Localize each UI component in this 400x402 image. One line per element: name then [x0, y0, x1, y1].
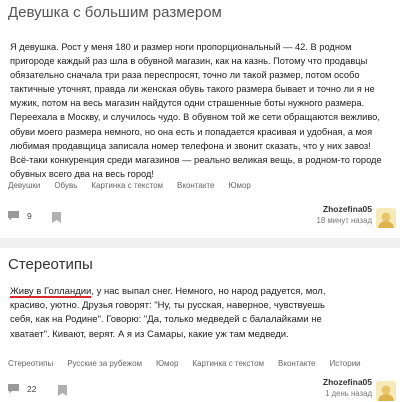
- tag[interactable]: Картинка с текстом: [192, 359, 264, 368]
- comments-button[interactable]: 22: [8, 384, 36, 394]
- tag[interactable]: Юмор: [228, 181, 250, 190]
- story-title[interactable]: Стереотипы: [8, 256, 93, 273]
- tag[interactable]: Обувь: [54, 181, 77, 190]
- tag[interactable]: Юмор: [156, 359, 178, 368]
- story-card: Девушка с большим размером Я девушка. Ро…: [0, 0, 400, 238]
- author-info: Zhozefina05 18 минут назад: [316, 204, 372, 225]
- highlighted-text: Живу в Голландии: [10, 286, 92, 297]
- comment-icon: [8, 384, 19, 394]
- tag[interactable]: Девушки: [8, 181, 40, 190]
- author-avatar[interactable]: [376, 208, 396, 228]
- save-button[interactable]: [52, 210, 61, 228]
- tag-list: Стереотипы Русские за рубежом Юмор Карти…: [8, 359, 375, 368]
- comment-count: 9: [27, 211, 32, 221]
- story-footer: 9 Zhozefina05 18 минут назад: [0, 202, 400, 228]
- story-text: Я девушка. Рост у меня 180 и размер ноги…: [10, 42, 382, 179]
- tag[interactable]: Истории: [329, 359, 360, 368]
- story-footer: 22 Zhozefina05 1 день назад: [0, 375, 400, 401]
- tag[interactable]: Стереотипы: [8, 359, 53, 368]
- comments-button[interactable]: 9: [8, 211, 32, 221]
- tag[interactable]: Вконтакте: [177, 181, 214, 190]
- feed-separator: [0, 238, 400, 248]
- bookmark-icon: [58, 385, 67, 396]
- author-name[interactable]: Zhozefina05: [316, 204, 372, 214]
- tag[interactable]: Вконтакте: [278, 359, 315, 368]
- author-info: Zhozefina05 1 день назад: [323, 377, 372, 398]
- tag[interactable]: Русские за рубежом: [67, 359, 142, 368]
- tag-list: Девушки Обувь Картинка с текстом Вконтак…: [8, 181, 265, 190]
- save-button[interactable]: [58, 383, 67, 401]
- story-title[interactable]: Девушка с большим размером: [8, 4, 222, 21]
- story-card: Стереотипы Живу в Голландии, у нас выпал…: [0, 248, 400, 402]
- post-time: 18 минут назад: [316, 216, 372, 225]
- author-avatar[interactable]: [376, 381, 396, 401]
- post-time: 1 день назад: [325, 389, 372, 398]
- comment-icon: [8, 211, 19, 221]
- author-name[interactable]: Zhozefina05: [323, 377, 372, 387]
- bookmark-icon: [52, 212, 61, 223]
- comment-count: 22: [27, 384, 37, 394]
- tag[interactable]: Картинка с текстом: [91, 181, 163, 190]
- story-text: Живу в Голландии, у нас выпал снег. Немн…: [10, 285, 350, 342]
